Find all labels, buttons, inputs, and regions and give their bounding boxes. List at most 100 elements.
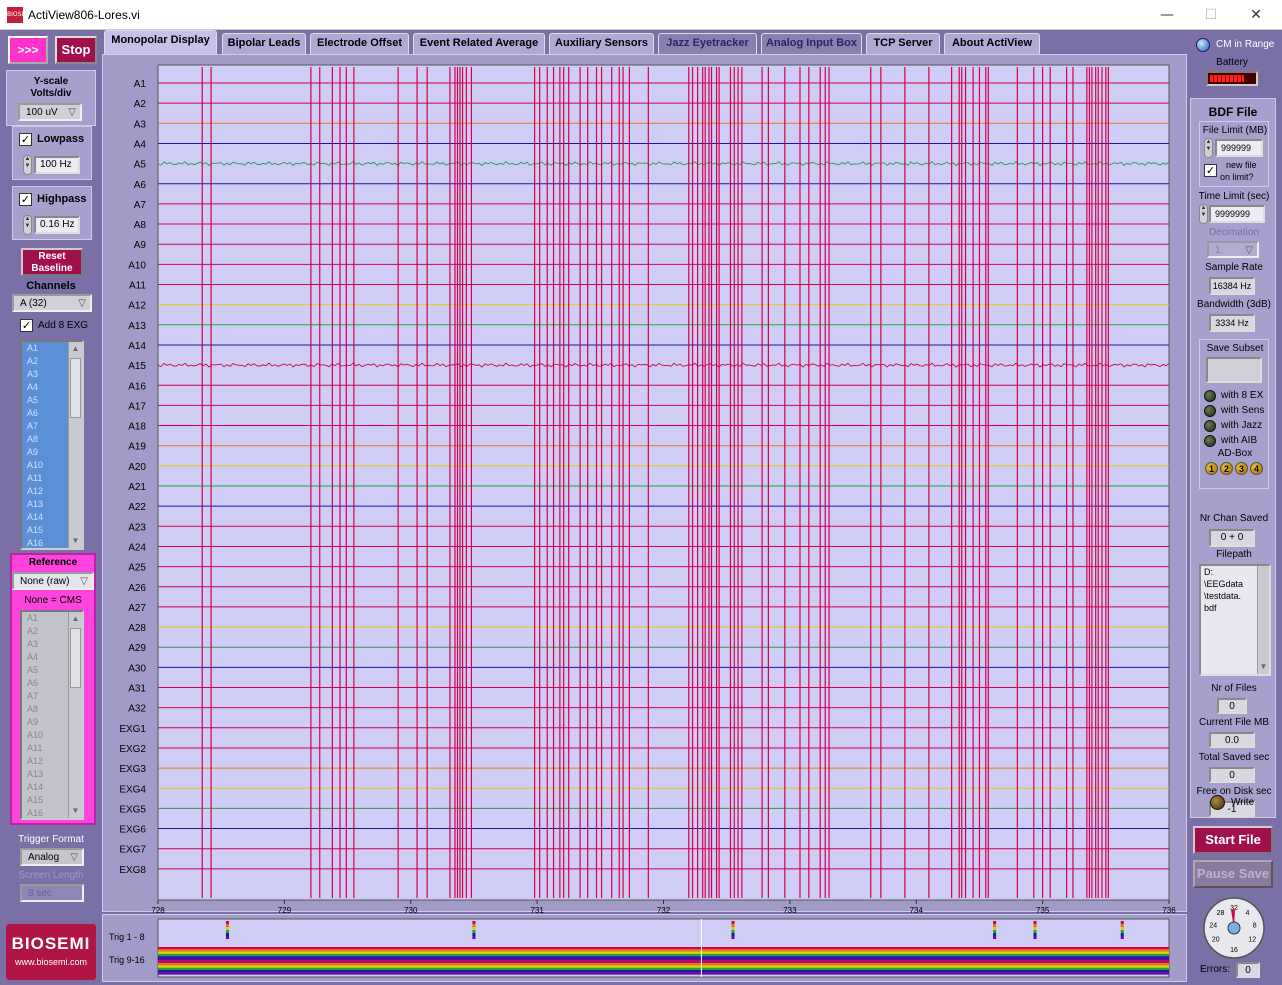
channels-dropdown[interactable]: A (32) ▽ — [12, 294, 92, 312]
tab-tcp-server[interactable]: TCP Server — [866, 33, 940, 54]
channel-label: A20 — [128, 462, 146, 473]
trigger-band — [158, 972, 1169, 975]
battery-indicator — [1206, 71, 1258, 86]
dial-label: 28 — [1217, 910, 1225, 917]
on-limit-label: on limit? — [1220, 172, 1254, 182]
pause-save-button[interactable]: Pause Save — [1193, 860, 1273, 888]
channel-list-scrollbar[interactable]: ▲ ▼ — [68, 342, 82, 548]
highpass-checkbox[interactable]: ✓ — [19, 193, 32, 206]
trigger-marker — [993, 924, 997, 927]
channel-listbox[interactable]: A1 A2 A3 A4 A5 A6 A7 A8 A9 A10 A11 A12 A13 A14 A15 A16 … — [20, 340, 84, 550]
scroll-down-icon[interactable]: ▼ — [69, 534, 82, 548]
tab-electrode-offset[interactable]: Electrode Offset — [310, 33, 409, 54]
adbox-button-3[interactable]: 3 — [1235, 462, 1248, 475]
write-label: Write — [1231, 797, 1255, 808]
scroll-thumb[interactable] — [70, 628, 81, 688]
lowpass-checkbox[interactable]: ✓ — [19, 133, 32, 146]
close-button[interactable]: ✕ — [1233, 0, 1279, 30]
reference-list-scrollbar[interactable]: ▲ ▼ — [68, 612, 82, 818]
yscale-value: 100 uV — [26, 107, 58, 118]
yscale-dropdown[interactable]: 100 uV ▽ — [18, 103, 82, 121]
add-exg-checkbox[interactable]: ✓ — [20, 319, 33, 332]
screen-length-value: 8 sec — [28, 888, 52, 899]
tab-bipolar-leads[interactable]: Bipolar Leads — [222, 33, 306, 54]
save-subset-group: Save Subset with 8 EX with Sens with Jaz… — [1199, 339, 1269, 489]
reset-baseline-button[interactable]: Reset Baseline — [21, 248, 83, 276]
channel-label: A14 — [128, 341, 146, 352]
yscale-label: Y-scale — [33, 76, 69, 87]
trigger-format-dropdown[interactable]: Analog ▽ — [20, 848, 84, 866]
decimation-dropdown[interactable]: 1 ▽ — [1207, 241, 1259, 258]
trigger-marker — [226, 921, 230, 924]
scroll-down-icon[interactable]: ▼ — [1258, 660, 1269, 674]
time-limit-label: Time Limit (sec) — [1198, 191, 1270, 202]
tab-analog-input-box[interactable]: Analog Input Box — [761, 33, 862, 54]
adbox-button-1[interactable]: 1 — [1205, 462, 1218, 475]
stop-button[interactable]: Stop — [55, 36, 97, 64]
trigger-svg: Trig 1 - 8 Trig 9-16 — [109, 918, 1170, 978]
trigger-marker — [1033, 924, 1037, 927]
tab-jazz-eyetracker[interactable]: Jazz Eyetracker — [658, 33, 757, 54]
tab-monopolar-display[interactable]: Monopolar Display — [104, 30, 217, 54]
trigger-band — [158, 953, 1169, 957]
chevron-down-icon: ▽ — [1245, 245, 1253, 256]
adbox-button-2[interactable]: 2 — [1220, 462, 1233, 475]
file-limit-spinner[interactable]: ▲ ▼ — [1204, 138, 1213, 158]
scroll-up-icon[interactable]: ▲ — [69, 342, 82, 356]
new-file-checkbox[interactable]: ✓ — [1204, 164, 1217, 177]
time-limit-spinner[interactable]: ▲ ▼ — [1199, 204, 1208, 224]
tab-about-actiview[interactable]: About ActiView — [944, 33, 1040, 54]
filepath-box[interactable]: D: \EEGdata \testdata. bdf ▼ — [1199, 564, 1271, 676]
x-tick-label: 730 — [404, 906, 418, 913]
trigger-marker — [731, 936, 735, 939]
dial-label: 8 — [1253, 922, 1257, 929]
lowpass-input[interactable]: 100 Hz — [34, 156, 80, 174]
battery-label: Battery — [1216, 57, 1248, 68]
nr-chan-saved-value: 0 + 0 — [1209, 529, 1255, 547]
channel-label: A22 — [128, 502, 146, 513]
screen-length-dropdown[interactable]: 8 sec — [20, 884, 84, 902]
trigger-marker — [1033, 936, 1037, 939]
save-subset-box[interactable] — [1206, 357, 1262, 383]
tab-auxiliary-sensors[interactable]: Auxiliary Sensors — [549, 33, 654, 54]
channel-label: A10 — [128, 260, 146, 271]
decimation-label: Decimation — [1208, 227, 1260, 238]
trigger-panel: Trig 1 - 8 Trig 9-16 — [102, 914, 1187, 982]
nr-files-value: 0 — [1217, 698, 1247, 714]
trigger-band — [158, 951, 1169, 954]
tab-event-related-average[interactable]: Event Related Average — [413, 33, 545, 54]
channel-label: EXG4 — [119, 784, 146, 795]
run-button[interactable]: >>> — [8, 36, 48, 64]
scroll-thumb[interactable] — [70, 358, 81, 418]
highpass-label: Highpass — [37, 193, 87, 205]
start-file-button[interactable]: Start File — [1193, 826, 1273, 854]
x-tick-label: 733 — [783, 906, 797, 913]
channel-label: A24 — [128, 542, 146, 553]
trigger-marker — [731, 930, 735, 933]
logo-text: BIOSEMI — [11, 934, 91, 953]
filepath-scrollbar[interactable]: ▼ — [1257, 566, 1269, 674]
adbox-button-4[interactable]: 4 — [1250, 462, 1263, 475]
maximize-button[interactable]: ☐ — [1188, 0, 1234, 30]
lowpass-spinner[interactable]: ▲ ▼ — [23, 155, 32, 175]
highpass-spinner[interactable]: ▲ ▼ — [23, 215, 32, 235]
channel-label: A1 — [134, 79, 147, 90]
channel-label: A19 — [128, 442, 146, 453]
channel-label: A11 — [129, 281, 146, 292]
trigger-format-label: Trigger Format — [18, 834, 84, 845]
time-limit-input[interactable]: 9999999 — [1209, 205, 1265, 223]
file-limit-input[interactable]: 999999 — [1215, 139, 1263, 157]
minimize-button[interactable]: — — [1144, 0, 1190, 30]
trigger-marker — [1120, 927, 1124, 930]
scroll-down-icon[interactable]: ▼ — [69, 804, 82, 818]
reference-listbox[interactable]: A1 A2 A3 A4 A5 A6 A7 A8 A9 A10 A11 A12 A13 A14 A15 A16 … — [20, 610, 84, 820]
reference-dropdown[interactable]: None (raw) ▽ — [12, 572, 94, 590]
channel-label: A18 — [128, 422, 146, 433]
chevron-down-icon: ▽ — [80, 576, 88, 587]
highpass-input[interactable]: 0.16 Hz — [34, 216, 80, 234]
trigger-marker — [1033, 921, 1037, 924]
trig2-label: Trig 9-16 — [109, 955, 145, 965]
new-file-label: new file — [1226, 160, 1257, 170]
with-sens-label: with Sens — [1221, 405, 1265, 416]
scroll-up-icon[interactable]: ▲ — [69, 612, 82, 626]
